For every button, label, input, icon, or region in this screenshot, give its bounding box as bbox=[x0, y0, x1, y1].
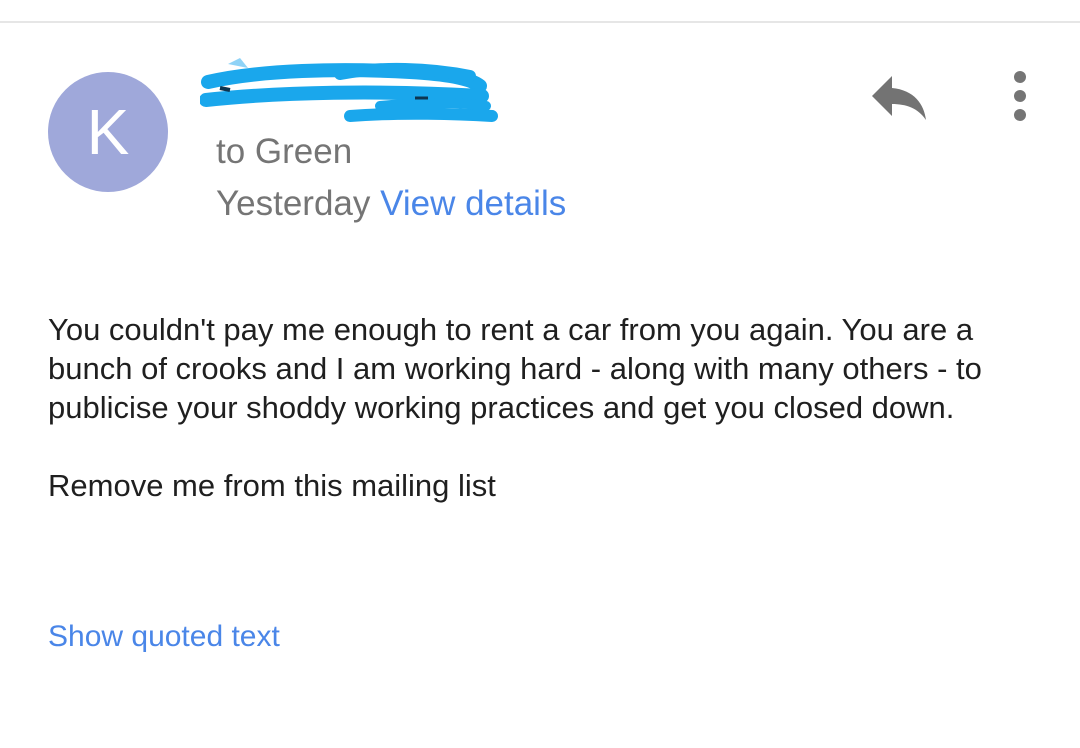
recipient-line: to Green bbox=[216, 132, 353, 171]
show-quoted-text-link[interactable]: Show quoted text bbox=[48, 618, 280, 656]
more-vert-icon bbox=[1014, 71, 1026, 121]
message-body: You couldn't pay me enough to rent a car… bbox=[48, 310, 1048, 505]
sender-avatar[interactable]: K bbox=[48, 72, 168, 192]
reply-icon bbox=[872, 76, 926, 120]
sender-name-redaction bbox=[200, 58, 498, 122]
top-divider bbox=[0, 21, 1080, 23]
date-label: Yesterday bbox=[216, 184, 371, 223]
message-paragraph: Remove me from this mailing list bbox=[48, 468, 496, 503]
reply-button[interactable] bbox=[866, 70, 934, 126]
more-options-button[interactable] bbox=[1000, 68, 1040, 124]
view-details-link[interactable]: View details bbox=[380, 184, 566, 223]
date-and-details: Yesterday View details bbox=[216, 184, 566, 224]
message-paragraph: You couldn't pay me enough to rent a car… bbox=[48, 312, 982, 425]
